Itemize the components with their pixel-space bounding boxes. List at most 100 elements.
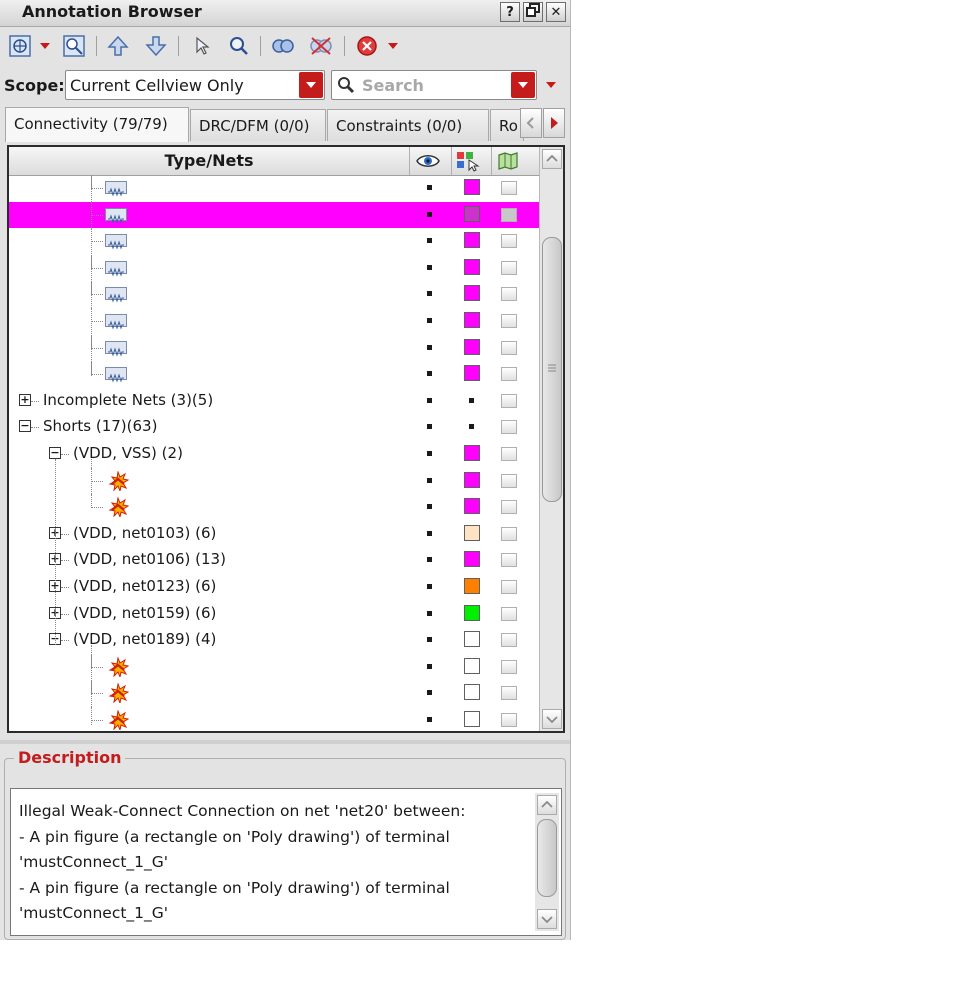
next-button[interactable] [142,33,170,59]
tree-row[interactable] [9,175,539,201]
visibility-marker[interactable] [427,477,432,483]
visibility-marker[interactable] [427,185,432,190]
map-checkbox[interactable] [501,500,517,515]
visibility-marker[interactable] [427,717,432,722]
color-swatch[interactable] [464,657,480,674]
map-checkbox[interactable] [501,713,517,727]
color-swatch[interactable] [464,498,480,515]
tab-connectivity[interactable]: Connectivity (79/79) [5,107,189,142]
map-checkbox[interactable] [501,367,517,382]
map-checkbox[interactable] [501,580,517,594]
color-swatch[interactable] [464,445,480,461]
color-swatch[interactable] [464,312,480,328]
color-swatch[interactable] [464,338,480,355]
map-checkbox[interactable] [501,526,517,541]
color-swatch[interactable] [464,471,480,488]
visibility-marker[interactable] [427,610,432,616]
float-button[interactable] [523,2,543,22]
visibility-marker[interactable] [427,584,432,589]
map-checkbox[interactable] [501,234,517,249]
visibility-marker[interactable] [427,690,432,696]
zoom-to-button[interactable] [226,33,252,59]
tree-row[interactable] [9,680,539,706]
description-text-area[interactable]: Illegal Weak-Connect Connection on net '… [10,788,562,936]
scroll-thumb[interactable] [542,237,562,502]
zoom-fit-dropdown[interactable] [38,33,52,59]
tree-group-row[interactable]: + (VDD, net0159) (6) [9,601,539,627]
color-marker[interactable] [469,397,474,403]
map-checkbox[interactable] [501,314,517,328]
tab-scroll-right[interactable] [543,108,565,138]
color-swatch[interactable] [464,232,480,249]
tree-row[interactable] [9,281,539,307]
expand-icon[interactable]: + [19,393,31,406]
scope-select[interactable]: Current Cellview Only [65,70,325,100]
color-swatch[interactable] [464,578,480,594]
color-swatch[interactable] [464,285,480,302]
color-swatch[interactable] [464,551,480,568]
visibility-marker[interactable] [427,264,432,270]
search-input[interactable]: Search [362,76,424,95]
scroll-down-button[interactable] [542,709,562,729]
tree-group-row[interactable]: − Shorts (17)(63) [9,414,539,440]
tab-routing[interactable]: Ro [490,109,524,141]
close-button[interactable]: ✕ [546,2,566,22]
map-checkbox[interactable] [501,659,517,674]
search-options-button[interactable] [546,82,556,88]
eye-icon[interactable] [415,151,441,171]
zoom-select-button[interactable] [60,33,88,59]
tree-row[interactable] [9,653,539,680]
select-button[interactable] [188,33,214,59]
map-icon[interactable] [497,151,519,171]
map-checkbox[interactable] [501,340,517,355]
map-checkbox[interactable] [501,287,517,302]
visibility-marker[interactable] [427,371,432,377]
unlink-button[interactable] [306,33,336,59]
visibility-marker[interactable] [427,344,432,350]
tree-group-row[interactable]: + (VDD, net0103) (6) [9,521,539,547]
color-swatch[interactable] [464,631,480,648]
color-swatch[interactable] [464,711,480,727]
desc-scroll-up-button[interactable] [537,795,557,815]
tree-group-row[interactable]: + (VDD, net0123) (6) [9,574,539,600]
visibility-marker[interactable] [427,211,432,217]
desc-scroll-down-button[interactable] [537,909,557,929]
zoom-fit-button[interactable] [6,33,34,59]
collapse-icon[interactable]: − [19,420,31,433]
tree-row[interactable] [9,334,539,361]
help-button[interactable]: ? [500,2,520,22]
color-swatch[interactable] [464,205,480,222]
tree-group-row[interactable]: − (VDD, VSS) (2) [9,441,539,467]
search-dropdown-button[interactable] [511,72,535,98]
visibility-marker[interactable] [427,530,432,536]
tree-row[interactable] [9,254,539,281]
map-checkbox[interactable] [501,207,517,222]
map-checkbox[interactable] [501,686,517,701]
scope-dropdown-button[interactable] [299,72,323,98]
visibility-marker[interactable] [427,397,432,403]
map-checkbox[interactable] [501,473,517,488]
delete-dropdown[interactable] [386,33,400,59]
tree-group-row[interactable]: − (VDD, net0189) (4) [9,627,539,653]
tree-row[interactable] [9,308,539,334]
tree-row[interactable] [9,707,539,731]
collapse-icon[interactable]: − [49,447,61,459]
tree-scrollbar[interactable] [539,147,563,731]
link-button[interactable] [268,33,298,59]
map-checkbox[interactable] [501,181,517,195]
type-nets-header[interactable]: Type/Nets [9,151,409,170]
description-scrollbar[interactable] [535,793,559,931]
tree-row[interactable] [9,361,539,387]
delete-button[interactable] [354,33,380,59]
map-checkbox[interactable] [501,420,517,435]
visibility-marker[interactable] [427,291,432,297]
map-checkbox[interactable] [501,447,517,461]
map-checkbox[interactable] [501,260,517,275]
visibility-marker[interactable] [427,557,432,563]
map-checkbox[interactable] [501,633,517,648]
tree-row[interactable] [9,201,539,228]
visibility-marker[interactable] [427,637,432,643]
previous-button[interactable] [104,33,132,59]
visibility-marker[interactable] [427,318,432,323]
tab-scroll-left[interactable] [520,108,542,138]
